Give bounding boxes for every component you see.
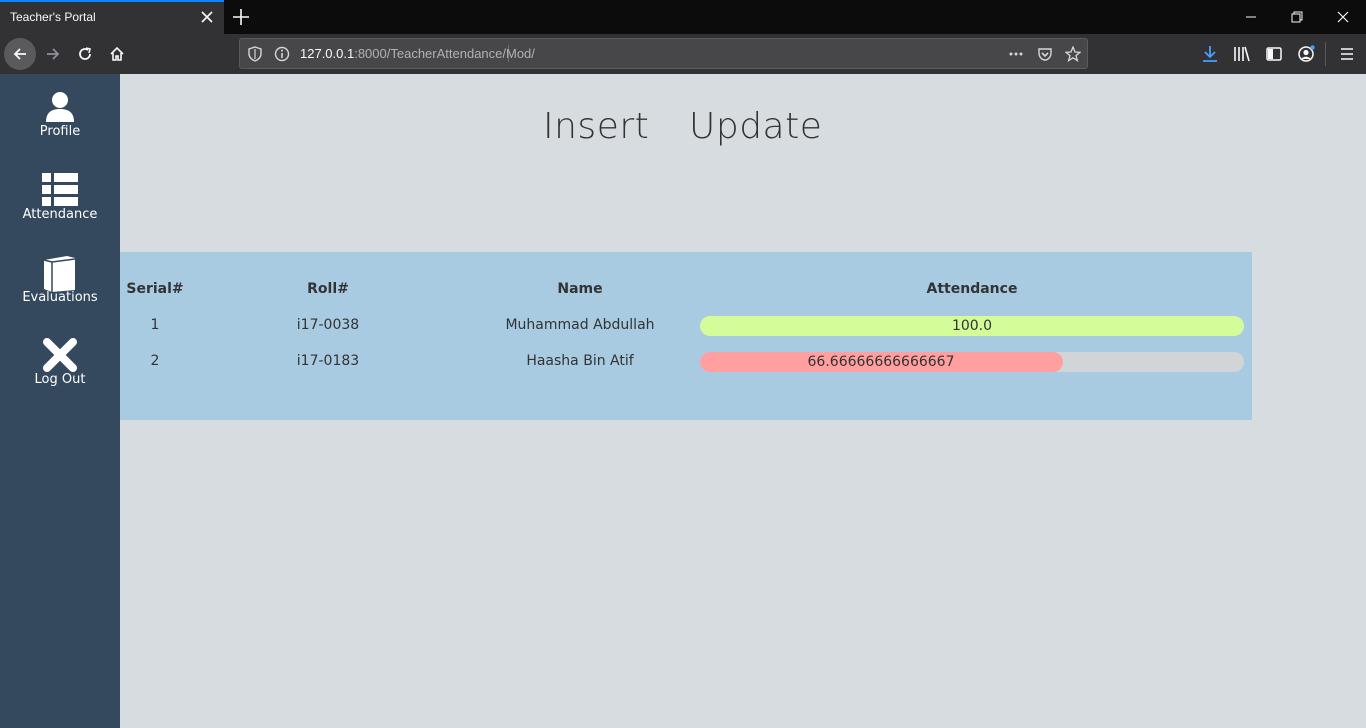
- sidebar: Profile Attendance Evaluations Log Out: [0, 74, 120, 728]
- name-cell: Haasha Bin Atif: [526, 353, 634, 369]
- info-icon[interactable]: [274, 46, 290, 62]
- list-icon: [42, 173, 78, 206]
- sidebar-item-attendance[interactable]: Attendance: [0, 163, 120, 233]
- restore-icon[interactable]: [1274, 0, 1320, 34]
- sidebar-item-evaluations[interactable]: Evaluations: [0, 246, 120, 316]
- column-header-name: Name: [557, 281, 603, 297]
- forward-arrow-icon[interactable]: [37, 38, 69, 70]
- library-icon[interactable]: [1233, 45, 1251, 63]
- sidebar-item-log-out[interactable]: Log Out: [0, 328, 120, 398]
- book-icon: [43, 256, 76, 292]
- minimize-icon[interactable]: [1228, 0, 1274, 34]
- reload-icon[interactable]: [69, 38, 101, 70]
- tab-title: Teacher's Portal: [10, 10, 96, 24]
- tab-bar: Teacher's Portal: [0, 0, 1366, 34]
- navigation-toolbar: 127.0.0.1:8000/TeacherAttendance/Mod/: [0, 34, 1366, 74]
- back-arrow-icon[interactable]: [4, 38, 36, 70]
- menu-icon[interactable]: [1338, 45, 1356, 63]
- address-bar[interactable]: 127.0.0.1:8000/TeacherAttendance/Mod/: [239, 38, 1088, 69]
- sidebar-icon[interactable]: [1265, 45, 1283, 63]
- sidebar-item-profile[interactable]: Profile: [0, 80, 120, 150]
- sidebar-item-label: Attendance: [22, 207, 98, 222]
- attendance-table: Serial# Roll# Name Attendance 1 i17-0038…: [120, 252, 1252, 420]
- column-header-serial: Serial#: [126, 281, 184, 297]
- sidebar-item-label: Profile: [39, 124, 81, 139]
- pocket-icon[interactable]: [1037, 46, 1053, 62]
- column-header-roll: Roll#: [307, 281, 349, 297]
- plus-icon[interactable]: [230, 6, 252, 28]
- name-cell: Muhammad Abdullah: [505, 317, 655, 333]
- update-link[interactable]: Update: [689, 106, 822, 147]
- download-icon[interactable]: [1201, 45, 1219, 63]
- serial-cell: 1: [150, 317, 160, 333]
- account-icon[interactable]: [1297, 45, 1315, 63]
- more-icon[interactable]: [1008, 46, 1024, 62]
- home-icon[interactable]: [101, 38, 133, 70]
- roll-cell: i17-0183: [296, 353, 360, 369]
- column-header-attendance: Attendance: [926, 281, 1018, 297]
- roll-cell: i17-0038: [296, 317, 360, 333]
- window-close-icon[interactable]: [1320, 0, 1366, 34]
- close-icon[interactable]: [198, 8, 216, 26]
- sidebar-item-label: Log Out: [34, 372, 86, 387]
- insert-link[interactable]: Insert: [543, 106, 649, 147]
- attendance-progress-bar: 66.66666666666667: [700, 352, 1244, 372]
- sidebar-item-label: Evaluations: [22, 290, 98, 305]
- url-path: :8000/TeacherAttendance/Mod/: [354, 46, 535, 61]
- attendance-value: 100.0: [951, 318, 993, 334]
- attendance-value: 66.66666666666667: [807, 354, 955, 370]
- star-icon[interactable]: [1064, 45, 1082, 63]
- page-content: Profile Attendance Evaluations Log Out I…: [0, 74, 1366, 728]
- shield-icon[interactable]: [247, 46, 263, 62]
- url-text: 127.0.0.1:8000/TeacherAttendance/Mod/: [300, 46, 535, 61]
- x-icon: [43, 338, 77, 372]
- tab-teachers-portal[interactable]: Teacher's Portal: [0, 0, 224, 34]
- toolbar-separator: [1325, 42, 1326, 66]
- attendance-progress-bar: 100.0: [700, 316, 1244, 336]
- serial-cell: 2: [150, 353, 160, 369]
- url-host: 127.0.0.1: [300, 46, 355, 61]
- user-icon: [46, 92, 74, 122]
